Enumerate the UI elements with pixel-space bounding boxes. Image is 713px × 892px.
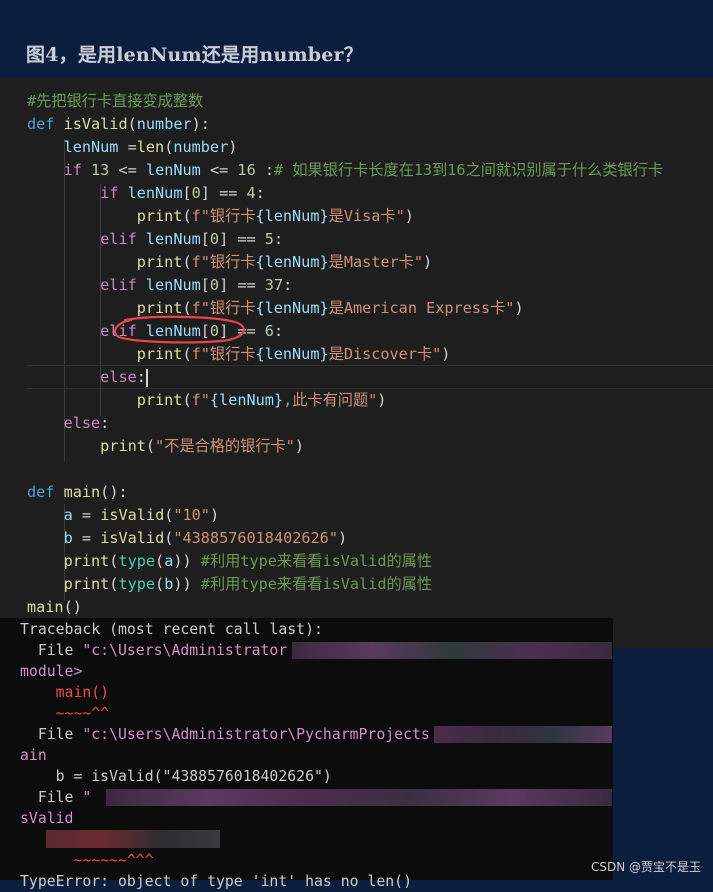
code-line-22: print(type(b)) #利用type来看看isValid的属性 [63, 575, 433, 593]
red-circle-annotation [113, 315, 245, 344]
terminal-line: ain [20, 747, 47, 764]
redacted-region [292, 642, 612, 659]
code-line-15: else: [63, 414, 110, 432]
article-heading: 图4，是用lenNum还是用number？ [26, 44, 363, 66]
code-line-6: print(f"银行卡{lenNum}是Visa卡") [136, 207, 414, 225]
code-line-23: main() [27, 598, 82, 616]
code-line-2: def isValid(number): [27, 115, 210, 133]
code-line-3: lenNum =len(number) [63, 138, 238, 156]
code-editor: #先把银行卡直接变成整数 def isValid(number): lenNum… [0, 78, 713, 648]
code-line-8: print(f"银行卡{lenNum}是Master卡") [136, 253, 433, 271]
code-line-4: if 13 <= lenNum <= 16 :# 如果银行卡长度在13到16之间… [63, 161, 664, 179]
redacted-region [106, 789, 612, 806]
code-line-18: def main(): [27, 483, 128, 501]
terminal-line: sValid [20, 810, 74, 827]
terminal-line: ~~~~~~^^^ [20, 852, 154, 869]
terminal-output: Traceback (most recent call last): File … [0, 618, 613, 890]
terminal-line: File "c:\Users\Administrator [20, 642, 288, 659]
code-line-1: #先把银行卡直接变成整数 [27, 92, 204, 110]
terminal-line: TypeError: object of type 'int' has no l… [20, 873, 412, 890]
code-line-10: print(f"银行卡{lenNum}是American Express卡") [136, 299, 524, 317]
code-line-19: a = isValid("10") [63, 506, 220, 524]
terminal-line: File "c:\Users\Administrator\PycharmProj… [20, 726, 430, 743]
code-line-21: print(type(a)) #利用type来看看isValid的属性 [63, 552, 433, 570]
watermark: CSDN @贾宝不是玉 [590, 860, 701, 874]
redacted-region [434, 726, 612, 743]
text-caret [145, 368, 148, 387]
code-line-13[interactable]: else: [27, 366, 148, 389]
terminal-line: ~~~~^^ [20, 705, 110, 722]
code-line-20: b = isValid("4388576018402626") [63, 529, 348, 547]
code-line-9: elif lenNum[0] == 37: [100, 276, 293, 294]
code-line-14: print(f"{lenNum},此卡有问题") [136, 391, 387, 409]
code-line-12: print(f"银行卡{lenNum}是Discover卡") [136, 345, 451, 363]
terminal-line: main() [20, 684, 110, 701]
terminal-line: Traceback (most recent call last): [20, 621, 323, 638]
terminal-line: b = isValid("4388576018402626") [20, 768, 332, 785]
code-line-16: print("不是合格的银行卡") [100, 437, 304, 455]
terminal-line: File " [20, 789, 92, 806]
article-heading-bar: 图4，是用lenNum还是用number？ [0, 0, 713, 78]
code-line-5: if lenNum[0] == 4: [100, 184, 265, 202]
redacted-region [46, 830, 220, 848]
terminal-line: module> [20, 663, 83, 680]
code-line-7: elif lenNum[0] == 5: [100, 230, 284, 248]
